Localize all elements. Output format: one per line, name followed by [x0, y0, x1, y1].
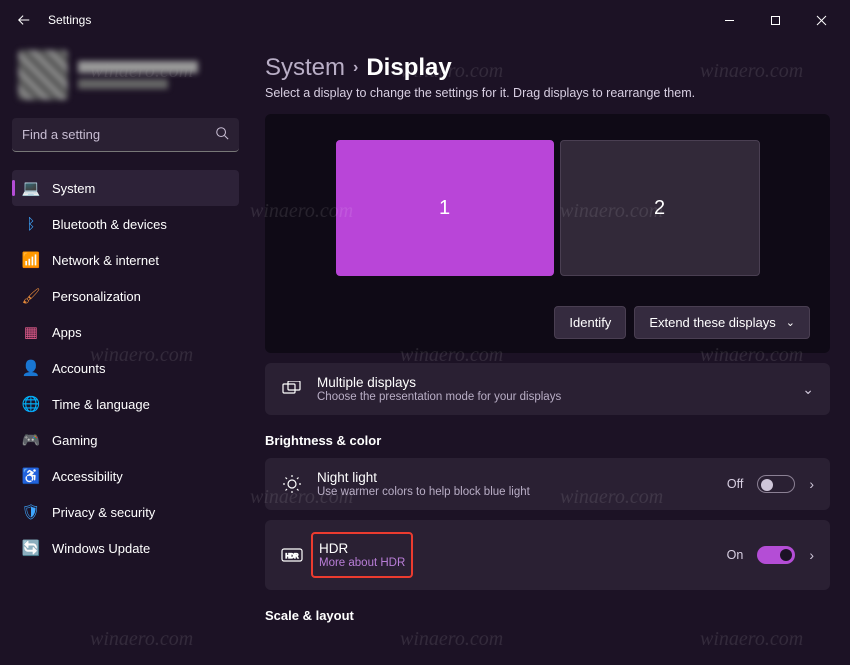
night-light-toggle[interactable]	[757, 475, 795, 493]
nav-accessibility[interactable]: ♿ Accessibility	[12, 458, 239, 494]
nav-label: Gaming	[52, 433, 98, 448]
nav-label: Time & language	[52, 397, 150, 412]
chevron-down-icon: ⌄	[802, 381, 814, 398]
nav-bluetooth[interactable]: ᛒ Bluetooth & devices	[12, 206, 239, 242]
nav-label: Personalization	[52, 289, 141, 304]
content-pane: System › Display Select a display to cha…	[245, 40, 850, 665]
chevron-right-icon: ›	[809, 476, 814, 492]
hdr-state: On	[727, 548, 744, 562]
search-icon	[215, 126, 229, 143]
nav-list: 💻 System ᛒ Bluetooth & devices 📶 Network & …	[12, 170, 239, 566]
breadcrumb-current: Display	[366, 54, 451, 82]
system-icon: 💻	[22, 179, 40, 197]
nav-update[interactable]: 🔄 Windows Update	[12, 530, 239, 566]
minimize-button[interactable]	[706, 2, 752, 38]
chevron-down-icon: ⌄	[786, 316, 795, 329]
sidebar: 💻 System ᛒ Bluetooth & devices 📶 Network & …	[0, 40, 245, 665]
monitor-2[interactable]: 2	[560, 140, 760, 276]
titlebar: Settings	[0, 0, 850, 40]
night-light-card[interactable]: Night light Use warmer colors to help bl…	[265, 458, 830, 510]
nav-apps[interactable]: ▦ Apps	[12, 314, 239, 350]
breadcrumb: System › Display	[265, 54, 830, 82]
setting-title: Night light	[317, 470, 713, 485]
nav-privacy[interactable]: 🛡 Privacy & security	[12, 494, 239, 530]
search-input[interactable]	[22, 127, 215, 142]
wifi-icon: 📶	[22, 251, 40, 269]
nav-accounts[interactable]: 👤 Accounts	[12, 350, 239, 386]
apps-icon: ▦	[22, 323, 40, 341]
night-light-state: Off	[727, 477, 743, 491]
nav-time[interactable]: 🌐 Time & language	[12, 386, 239, 422]
setting-title: Multiple displays	[317, 375, 788, 390]
section-scale-header: Scale & layout	[265, 608, 830, 623]
nav-personalization[interactable]: 🖌 Personalization	[12, 278, 239, 314]
search-box[interactable]	[12, 118, 239, 152]
nav-label: Privacy & security	[52, 505, 155, 520]
chevron-right-icon: ›	[353, 59, 358, 77]
globe-icon: 🌐	[22, 395, 40, 413]
hdr-more-link[interactable]: More about HDR	[319, 557, 405, 569]
page-subtitle: Select a display to change the settings …	[265, 86, 830, 100]
svg-text:HDR: HDR	[286, 554, 300, 560]
night-light-icon	[281, 473, 303, 495]
window-title: Settings	[48, 13, 91, 27]
nav-label: System	[52, 181, 95, 196]
multiple-displays-card[interactable]: Multiple displays Choose the presentatio…	[265, 363, 830, 415]
profile-block[interactable]	[12, 40, 239, 118]
breadcrumb-parent[interactable]: System	[265, 54, 345, 82]
maximize-button[interactable]	[752, 2, 798, 38]
section-brightness-header: Brightness & color	[265, 433, 830, 448]
back-button[interactable]	[6, 2, 42, 38]
identify-button[interactable]: Identify	[554, 306, 626, 339]
nav-label: Apps	[52, 325, 82, 340]
nav-system[interactable]: 💻 System	[12, 170, 239, 206]
setting-desc: Choose the presentation mode for your di…	[317, 391, 788, 403]
bluetooth-icon: ᛒ	[22, 215, 40, 233]
person-icon: 👤	[22, 359, 40, 377]
nav-label: Accounts	[52, 361, 105, 376]
brush-icon: 🖌	[22, 287, 40, 305]
nav-label: Accessibility	[52, 469, 123, 484]
monitor-1[interactable]: 1	[336, 140, 554, 276]
extend-dropdown[interactable]: Extend these displays⌄	[634, 306, 810, 339]
nav-label: Network & internet	[52, 253, 159, 268]
close-button[interactable]	[798, 2, 844, 38]
monitor-layout[interactable]: 1 2	[285, 130, 810, 306]
nav-gaming[interactable]: 🎮 Gaming	[12, 422, 239, 458]
avatar	[18, 50, 68, 100]
display-arrange-panel: 1 2 Identify Extend these displays⌄	[265, 114, 830, 353]
accessibility-icon: ♿	[22, 467, 40, 485]
nav-label: Windows Update	[52, 541, 150, 556]
nav-label: Bluetooth & devices	[52, 217, 167, 232]
update-icon: 🔄	[22, 539, 40, 557]
displays-icon	[281, 378, 303, 400]
hdr-highlight: HDR More about HDR	[311, 532, 413, 578]
nav-network[interactable]: 📶 Network & internet	[12, 242, 239, 278]
gamepad-icon: 🎮	[22, 431, 40, 449]
setting-title: HDR	[319, 541, 405, 556]
hdr-card[interactable]: HDR HDR More about HDR On ›	[265, 520, 830, 590]
shield-icon: 🛡	[22, 503, 40, 521]
setting-desc: Use warmer colors to help block blue lig…	[317, 486, 713, 498]
hdr-toggle[interactable]	[757, 546, 795, 564]
hdr-icon: HDR	[281, 544, 303, 566]
chevron-right-icon: ›	[809, 547, 814, 563]
